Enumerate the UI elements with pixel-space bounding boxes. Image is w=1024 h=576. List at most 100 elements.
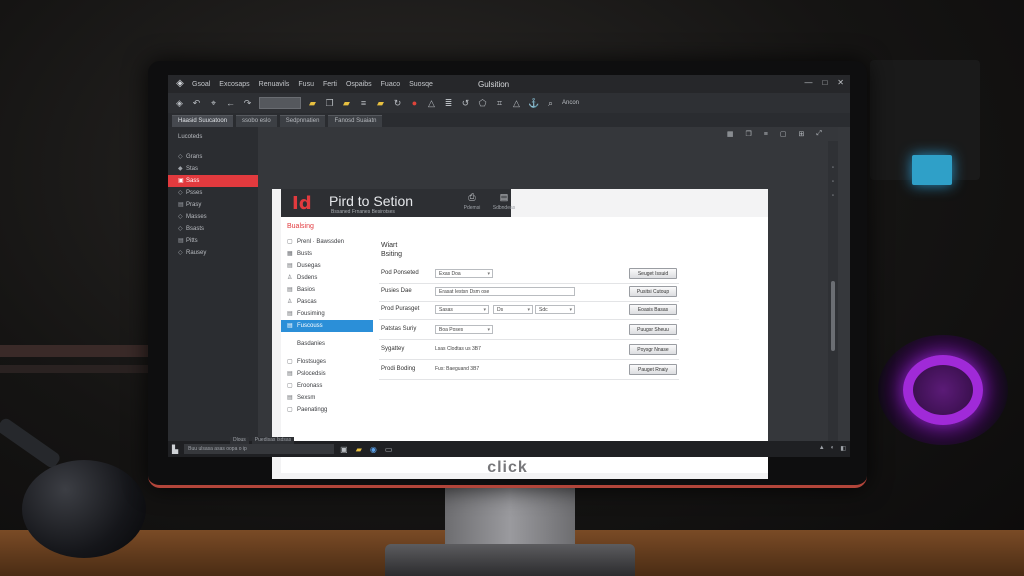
menu-item[interactable]: Ferti (323, 81, 337, 88)
sidebar-item[interactable]: ▢ Paenatingg (281, 404, 373, 416)
taskbar-search[interactable]: Buu ulsasa asas oopa o ip (184, 444, 335, 454)
sidebar-item[interactable]: ▤ Dusegas (281, 260, 373, 272)
shapes-icon[interactable]: ◈ (174, 98, 185, 109)
tray-up-icon[interactable]: ▲ (819, 445, 825, 452)
zoom-icon[interactable]: ⌕ (545, 98, 556, 109)
row-button[interactable]: Eoasis Basas (629, 304, 677, 315)
tray-network-icon[interactable]: ◐ (831, 445, 835, 452)
taskbar-label[interactable]: Puedisas Isdsas (251, 437, 295, 444)
header-tool[interactable]: ⎙ Pdemsi (459, 189, 485, 217)
leftnav-item[interactable]: ▤ Prasy (168, 199, 258, 211)
sidebar-item[interactable]: ▢ Prenl · Bawssden (281, 236, 373, 248)
leftnav-item[interactable]: ▤ Pitts (168, 235, 258, 247)
shape-icon[interactable]: ⬠ (477, 98, 488, 109)
menu-item[interactable]: Ospaibs (346, 81, 372, 88)
monitor-icon[interactable]: ▭ (385, 445, 393, 454)
expand-icon[interactable]: ⤢ (816, 130, 822, 138)
sidebar-item[interactable]: Basdanies (281, 338, 373, 350)
sidebar-item[interactable]: ▢ Eroonass (281, 380, 373, 392)
row-button[interactable]: Pauget Rnaiy (629, 364, 677, 375)
record-icon[interactable]: ● (409, 98, 420, 109)
sidebar-item[interactable]: ▤ Sexsm (281, 392, 373, 404)
tab-document[interactable]: Haasid Suucatoon (172, 115, 234, 127)
copy-icon[interactable]: ❐ (746, 130, 752, 138)
tab-document[interactable]: Sedpnnatien (279, 115, 326, 127)
row-button[interactable]: Seuget Issuid (629, 268, 677, 279)
dropdown-field[interactable]: Sasas (435, 305, 489, 315)
sidebar-item[interactable]: ♙ Dsdens (281, 272, 373, 284)
leftnav-header: Lucoteds (168, 131, 258, 143)
redo-icon[interactable]: ↷ (242, 98, 253, 109)
form-row: Prod Purasget Sasas Ds Sdc Eoasis Basas (379, 301, 679, 320)
folder-open-icon[interactable]: ▰ (375, 98, 386, 109)
vertical-scrollbar[interactable]: ▫ ▫ ▫ (828, 141, 838, 441)
sidebar-item[interactable]: ▢ Flostsuges (281, 356, 373, 368)
header-tool[interactable]: ▤ Sdbndeas (491, 189, 517, 217)
row-button[interactable]: Poysgr Nnase (629, 344, 677, 355)
undo-icon[interactable]: ↶ (191, 98, 202, 109)
folder-icon[interactable]: ▰ (356, 445, 362, 454)
text-field[interactable]: Erasat Iestsn Dsm ose (435, 287, 575, 296)
crop-icon[interactable]: ⌗ (494, 98, 505, 109)
tab-document[interactable]: ssobo eslo (236, 115, 277, 127)
leftnav-item[interactable]: ◇ Rausey (168, 247, 258, 259)
tab-document[interactable]: Fanosd Suaiatn (328, 115, 383, 127)
menu-item[interactable]: Fusu (298, 81, 314, 88)
dropdown-field[interactable]: Sdc (535, 305, 575, 315)
save-icon[interactable]: ▰ (341, 98, 352, 109)
minimize-button[interactable]: — (804, 78, 812, 87)
link-icon[interactable]: ⊞ (799, 130, 805, 138)
rotate-icon[interactable]: ↺ (460, 98, 471, 109)
grid-icon[interactable]: ▦ (727, 130, 734, 138)
menu-item[interactable]: Suosqe (409, 81, 433, 88)
dropdown-field[interactable]: Exas Doa (435, 269, 493, 279)
form-row: Prodi Boding Fus: Baeguand 3B7 Pauget Rn… (379, 361, 679, 380)
dropdown-field[interactable]: Boa Poses (435, 325, 493, 335)
list-icon[interactable]: ≡ (764, 131, 768, 138)
sidebar-item[interactable]: ▦ Busts (281, 248, 373, 260)
start-icon[interactable]: ▙ (172, 445, 178, 454)
frame-icon[interactable]: ▢ (780, 130, 787, 138)
close-button[interactable]: ✕ (837, 78, 844, 87)
font-size-field[interactable] (259, 97, 301, 109)
refresh-icon[interactable]: ↻ (392, 98, 403, 109)
taskbar-label[interactable]: Dlous (230, 437, 249, 444)
leftnav-item-label: Prasy (186, 202, 202, 208)
menu-item[interactable]: Renuavils (259, 81, 290, 88)
tray-display-icon[interactable]: ◧ (840, 445, 846, 452)
menu-item[interactable]: Gsoal (192, 81, 210, 88)
text-icon[interactable]: ≣ (443, 98, 454, 109)
app-icon[interactable]: ▣ (340, 445, 348, 454)
leftnav-item[interactable]: ◆ Stas (168, 163, 258, 175)
sidebar-item[interactable]: ▤ Basios (281, 284, 373, 296)
leftnav-item[interactable]: ◇ Grans (168, 151, 258, 163)
browser-icon[interactable]: ◉ (370, 445, 377, 454)
menu-item[interactable]: Fuaco (381, 81, 400, 88)
sidebar-item-active[interactable]: ▤ Fuscouss (281, 320, 373, 332)
maximize-button[interactable]: □ (822, 78, 827, 87)
leftnav-item[interactable]: ◇ Bsasts (168, 223, 258, 235)
align-icon[interactable]: ≡ (358, 98, 369, 109)
copy-icon[interactable]: ❐ (324, 98, 335, 109)
scrollbar-thumb[interactable] (831, 281, 835, 351)
leftnav-item-active[interactable]: ▣ Sass (168, 175, 258, 187)
triangle-icon[interactable]: △ (426, 98, 437, 109)
leftnav-item[interactable]: ◇ Masses (168, 211, 258, 223)
background-tv-glow (912, 155, 952, 185)
dropdown-field[interactable]: Ds (493, 305, 533, 315)
app-logo-icon[interactable]: ◈ (174, 78, 186, 90)
leftnav-item-icon: ◇ (178, 214, 183, 220)
sidebar-item[interactable]: ▤ Fousiming (281, 308, 373, 320)
folder-icon[interactable]: ▰ (307, 98, 318, 109)
leftnav-item[interactable]: ◇ Psses (168, 187, 258, 199)
warning-icon[interactable]: △ (511, 98, 522, 109)
row-button[interactable]: Puugsr Sheuu (629, 324, 677, 335)
form-row: Sygattey Lsas Clodtas us 3B7 Poysgr Nnas… (379, 341, 679, 360)
arrow-icon[interactable]: ← (225, 98, 236, 109)
menu-item[interactable]: Excosaps (219, 81, 249, 88)
sidebar-item[interactable]: ▤ Pslocedsis (281, 368, 373, 380)
select-icon[interactable]: ⌖ (208, 98, 219, 109)
row-button[interactable]: Pusitsi Cutoup (629, 286, 677, 297)
anchor-icon[interactable]: ⚓ (528, 98, 539, 109)
sidebar-item[interactable]: ♙ Pascas (281, 296, 373, 308)
